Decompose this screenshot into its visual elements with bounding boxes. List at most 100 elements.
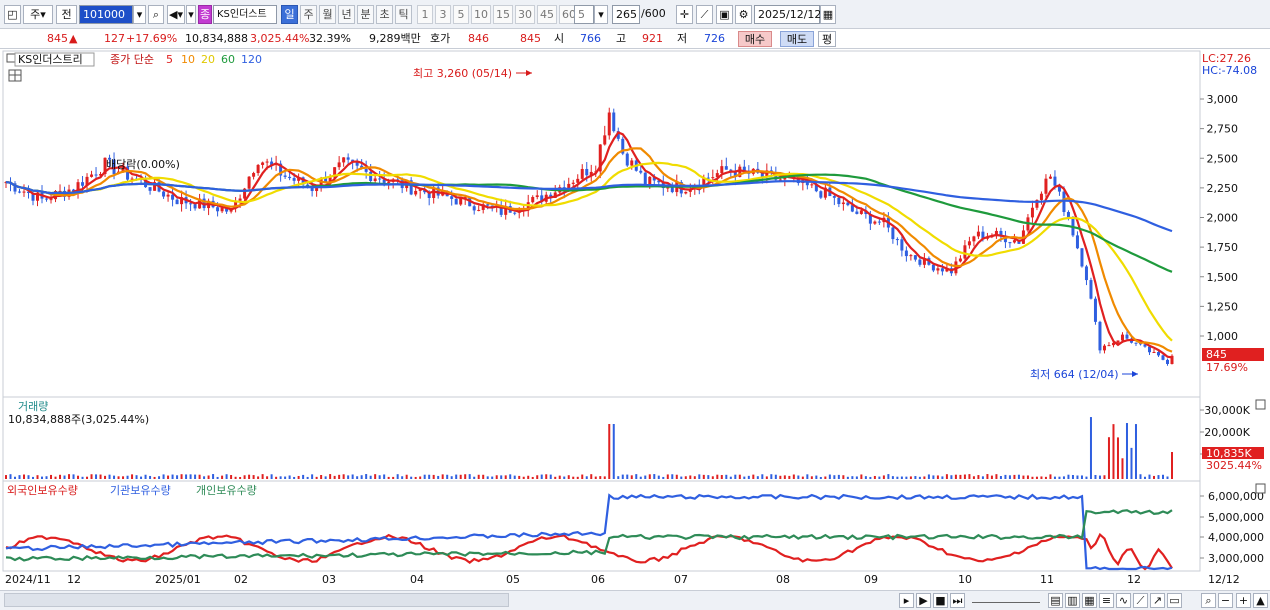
volume-bar [626, 474, 629, 479]
volume-bar [729, 476, 732, 479]
volume-bar [891, 476, 894, 479]
ma-60-label: 60 [221, 53, 235, 66]
buy-button[interactable]: 매수 [738, 31, 772, 47]
volume-bar [266, 476, 269, 479]
expand-icon[interactable]: ▲ [1253, 593, 1268, 608]
volume-bar [513, 475, 516, 479]
interval-select[interactable]: 5 [574, 5, 594, 24]
date-input[interactable]: 2025/12/12 [754, 5, 821, 24]
price-tick-label: 1,250 [1207, 300, 1239, 313]
draw-icon[interactable]: ∿ [1116, 593, 1131, 608]
stop-icon[interactable]: ■ [933, 593, 948, 608]
count-input[interactable]: 265 [612, 5, 640, 24]
horizontal-scrollbar[interactable] [4, 593, 509, 607]
candle-body [1008, 242, 1012, 244]
price-tick-label: 2,000 [1207, 212, 1239, 225]
fast-forward-icon[interactable]: ⏭ [950, 593, 965, 608]
tab-day[interactable]: 일 [281, 5, 298, 24]
volume-bar [792, 474, 795, 479]
period-unit-select[interactable]: 주▾ [23, 5, 53, 24]
candle-body [918, 259, 922, 265]
evaluation-button[interactable]: 평 [818, 31, 836, 47]
volume-bar [549, 474, 552, 479]
volume-bar [54, 476, 57, 479]
code-dropdown-icon[interactable]: ▾ [133, 5, 146, 24]
volume-bar [23, 474, 26, 479]
candle-body [648, 176, 652, 185]
candle-body [684, 191, 688, 194]
scroll-left-icon[interactable]: ▸ [899, 593, 914, 608]
tab-year[interactable]: 년 [338, 5, 355, 24]
tab-minute[interactable]: 분 [357, 5, 374, 24]
interval-30[interactable]: 30 [515, 5, 535, 24]
volume-bar [963, 474, 966, 479]
interval-45[interactable]: 45 [537, 5, 557, 24]
count-total: /600 [641, 7, 666, 20]
candle-body [378, 178, 382, 180]
trend-icon[interactable]: ⟋ [1133, 593, 1148, 608]
zoom-out-icon[interactable]: − [1218, 593, 1233, 608]
candle-body [45, 198, 49, 200]
stock-chart[interactable]: 3,000 2,750 2,500 2,250 2,000 1,750 1,500 1,250… [0, 49, 1270, 590]
candle-body [1030, 207, 1034, 218]
candle-body [841, 202, 845, 205]
zoom-in-icon[interactable]: + [1236, 593, 1251, 608]
candle-body [607, 112, 611, 136]
crosshair-icon[interactable]: ✛ [676, 5, 693, 24]
draw-tool-icon[interactable]: ⟋ [696, 5, 713, 24]
stock-list-dropdown-icon[interactable]: ▾ [186, 5, 196, 24]
prev-select[interactable]: 전 [56, 5, 77, 24]
volume-bar [1085, 476, 1088, 479]
volume-bar [635, 474, 638, 479]
volume-bar [81, 476, 84, 479]
candle-body [603, 135, 607, 145]
tab-week[interactable]: 주 [300, 5, 317, 24]
interval-10[interactable]: 10 [471, 5, 491, 24]
tab-tick[interactable]: 틱 [395, 5, 412, 24]
window-menu-icon[interactable]: ◰ [4, 5, 21, 24]
volume-bar [576, 476, 579, 479]
volume-bar [1040, 476, 1043, 479]
volume-bar [9, 474, 12, 479]
volume-bar [50, 474, 53, 479]
arrow-icon[interactable]: ↗ [1150, 593, 1165, 608]
settings-gear-icon[interactable]: ⚙ [735, 5, 752, 24]
candle-body [1044, 178, 1048, 194]
interval-1[interactable]: 1 [417, 5, 433, 24]
tab-month[interactable]: 월 [319, 5, 336, 24]
volume-bar [194, 474, 197, 479]
zoom-slider[interactable] [972, 593, 1040, 603]
volume-bar [27, 475, 30, 479]
interval-15[interactable]: 15 [493, 5, 513, 24]
interval-3[interactable]: 3 [435, 5, 451, 24]
tab-second[interactable]: 초 [376, 5, 393, 24]
calendar-icon[interactable]: ▦ [820, 5, 836, 24]
rect-tool-icon[interactable]: ▭ [1167, 593, 1182, 608]
play-icon[interactable]: ▶ [916, 593, 931, 608]
speaker-icon[interactable]: ◀▾ [167, 5, 185, 24]
volume-bar [491, 476, 494, 479]
save-icon[interactable]: ▣ [716, 5, 733, 24]
layout-icon-2[interactable]: ▥ [1065, 593, 1080, 608]
price-tick-label: 2,250 [1207, 182, 1239, 195]
layout-icon-1[interactable]: ▤ [1048, 593, 1063, 608]
volume-bar [896, 476, 899, 479]
candle-body [256, 164, 260, 174]
candle-body [643, 172, 647, 185]
interval-dropdown-icon[interactable]: ▾ [594, 5, 608, 24]
indicator-icon[interactable]: ≡ [1099, 593, 1114, 608]
interval-5[interactable]: 5 [453, 5, 469, 24]
low-price: 726 [704, 32, 725, 45]
magnifier-icon[interactable]: ⌕ [1201, 593, 1216, 608]
volume-bar [383, 474, 386, 479]
volume-bar [945, 474, 948, 479]
layout-icon-3[interactable]: ▦ [1082, 593, 1097, 608]
volume-bar [918, 476, 921, 479]
volume-bar [104, 475, 107, 479]
sell-button[interactable]: 매도 [780, 31, 814, 47]
search-icon[interactable]: ⌕ [148, 5, 164, 24]
volume-bar [522, 476, 525, 479]
candle-body [1012, 240, 1016, 243]
stock-code-input[interactable]: 101000 [79, 5, 133, 24]
volume-bar [86, 476, 89, 479]
